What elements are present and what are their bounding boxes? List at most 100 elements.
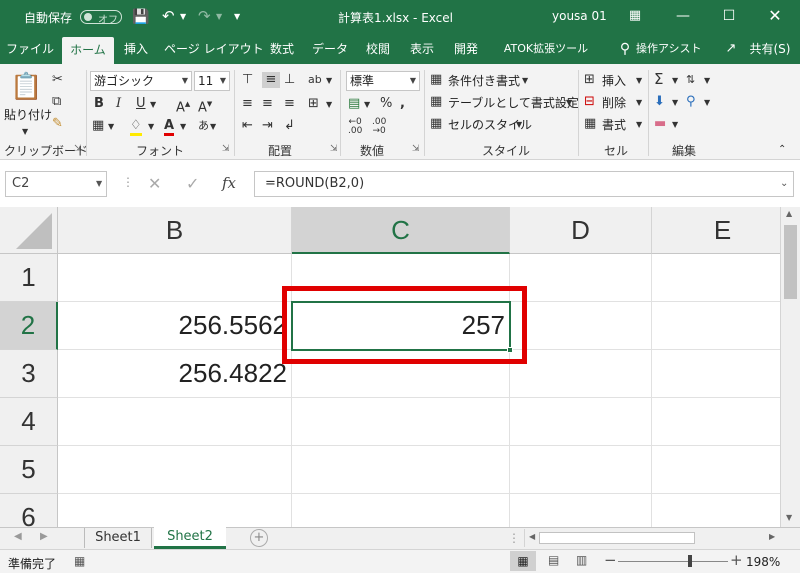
cell-styles-dropdown-icon[interactable]: ▼ bbox=[516, 117, 522, 133]
cell-e2[interactable] bbox=[652, 302, 780, 350]
number-format-combo[interactable]: 標準 ▼ bbox=[346, 71, 420, 91]
tab-atok[interactable]: ATOK拡張ツール bbox=[492, 34, 600, 64]
zoom-level[interactable]: 198% bbox=[746, 555, 780, 569]
clipboard-launcher-icon[interactable]: ⇲ bbox=[74, 144, 82, 154]
autosave-toggle[interactable]: オフ bbox=[76, 9, 122, 26]
page-layout-view-icon[interactable]: ▤ bbox=[548, 553, 559, 567]
align-top-icon[interactable]: ⊤ bbox=[242, 72, 253, 88]
scroll-up-icon[interactable]: ▲ bbox=[786, 209, 792, 218]
decrease-decimal-icon[interactable]: .00 →0 bbox=[372, 118, 386, 136]
scroll-left-icon[interactable]: ◀ bbox=[529, 532, 535, 541]
autosum-icon[interactable]: Σ bbox=[654, 71, 663, 87]
underline-icon[interactable]: U bbox=[136, 96, 146, 112]
align-left-icon[interactable]: ≡ bbox=[242, 96, 253, 112]
phonetic-icon[interactable]: あ bbox=[198, 118, 209, 134]
cut-icon[interactable]: ✂ bbox=[52, 72, 63, 88]
cell-styles-icon[interactable]: ▦ bbox=[430, 116, 442, 132]
collapse-ribbon-icon[interactable]: ⌃ bbox=[778, 142, 786, 158]
cell-d4[interactable] bbox=[510, 398, 652, 446]
row-header-4[interactable]: 4 bbox=[0, 398, 58, 446]
cell-d5[interactable] bbox=[510, 446, 652, 494]
tab-page-layout[interactable]: ページ レイアウト bbox=[164, 34, 264, 64]
formula-input[interactable]: =ROUND(B2,0) bbox=[254, 171, 794, 197]
redo-icon[interactable]: ↷ bbox=[198, 7, 211, 25]
sort-filter-icon[interactable]: ⇅ bbox=[686, 72, 695, 88]
user-name[interactable]: yousa 01 bbox=[552, 9, 607, 23]
name-box-dropdown-icon[interactable]: ▼ bbox=[96, 179, 102, 188]
fill-color-dropdown-icon[interactable]: ▼ bbox=[148, 119, 154, 135]
increase-indent-icon[interactable]: ⇥ bbox=[262, 118, 273, 134]
paste-icon[interactable]: 📋 bbox=[10, 70, 42, 104]
fill-icon[interactable]: ⬇ bbox=[654, 94, 665, 110]
cell-d1[interactable] bbox=[510, 254, 652, 302]
delete-dropdown-icon[interactable]: ▼ bbox=[636, 95, 642, 111]
bold-icon[interactable]: B bbox=[94, 96, 104, 112]
column-header-c[interactable]: C bbox=[292, 207, 510, 254]
phonetic-dropdown-icon[interactable]: ▼ bbox=[210, 119, 216, 135]
cell-b2[interactable]: 256.5562 bbox=[58, 302, 292, 350]
share-button[interactable]: 共有(S) bbox=[742, 34, 798, 64]
clear-dropdown-icon[interactable]: ▼ bbox=[672, 117, 678, 133]
vertical-scrollbar[interactable]: ▲ ▼ bbox=[780, 207, 800, 527]
font-color-icon[interactable]: A bbox=[164, 118, 175, 136]
currency-dropdown-icon[interactable]: ▼ bbox=[364, 97, 370, 113]
tab-developer[interactable]: 開発 bbox=[448, 34, 484, 64]
cell-b5[interactable] bbox=[58, 446, 292, 494]
format-cells-icon[interactable]: ▦ bbox=[584, 116, 596, 132]
scroll-right-icon[interactable]: ▶ bbox=[769, 532, 775, 541]
wrap-text-icon[interactable]: ↲ bbox=[284, 118, 295, 134]
insert-cells-icon[interactable]: ⊞ bbox=[584, 72, 595, 88]
macro-record-icon[interactable]: ▦ bbox=[74, 554, 85, 568]
find-select-dropdown-icon[interactable]: ▼ bbox=[704, 95, 710, 111]
row-header-5[interactable]: 5 bbox=[0, 446, 58, 494]
cell-d2[interactable] bbox=[510, 302, 652, 350]
italic-icon[interactable]: I bbox=[116, 96, 121, 112]
cell-d6[interactable] bbox=[510, 494, 652, 527]
tab-view[interactable]: 表示 bbox=[404, 34, 440, 64]
align-center-icon[interactable]: ≡ bbox=[262, 96, 273, 112]
maximize-icon[interactable]: ☐ bbox=[718, 6, 740, 26]
cell-b4[interactable] bbox=[58, 398, 292, 446]
share-icon[interactable]: ↗ bbox=[722, 34, 740, 64]
font-name-combo[interactable]: 游ゴシック ▼ bbox=[90, 71, 192, 91]
align-right-icon[interactable]: ≡ bbox=[284, 96, 295, 112]
insert-function-icon[interactable]: fx bbox=[222, 174, 236, 192]
format-painter-icon[interactable]: ✎ bbox=[52, 116, 63, 132]
row-header-3[interactable]: 3 bbox=[0, 350, 58, 398]
zoom-out-icon[interactable]: − bbox=[604, 551, 617, 569]
comma-icon[interactable]: , bbox=[400, 96, 405, 112]
cell-c6[interactable] bbox=[292, 494, 510, 527]
orientation-dropdown-icon[interactable]: ▼ bbox=[326, 73, 332, 89]
insert-dropdown-icon[interactable]: ▼ bbox=[636, 73, 642, 89]
conditional-format-button[interactable]: 条件付き書式 bbox=[448, 72, 520, 89]
select-all-button[interactable] bbox=[0, 207, 58, 254]
autosum-dropdown-icon[interactable]: ▼ bbox=[672, 73, 678, 89]
copy-icon[interactable]: ⧉ bbox=[52, 94, 61, 110]
horizontal-scroll-thumb[interactable] bbox=[539, 532, 695, 544]
tab-home[interactable]: ホーム bbox=[62, 37, 114, 64]
column-header-d[interactable]: D bbox=[510, 207, 652, 254]
customize-qat-icon[interactable]: ▼ bbox=[234, 12, 240, 21]
zoom-in-icon[interactable]: + bbox=[730, 551, 743, 569]
insert-cells-button[interactable]: 挿入 bbox=[602, 72, 626, 89]
delete-cells-icon[interactable]: ⊟ bbox=[584, 94, 595, 110]
align-bottom-icon[interactable]: ⊥ bbox=[284, 72, 295, 88]
alignment-launcher-icon[interactable]: ⇲ bbox=[330, 144, 338, 154]
undo-icon[interactable]: ↶ bbox=[162, 7, 175, 25]
close-icon[interactable]: ✕ bbox=[764, 6, 786, 26]
undo-dropdown-icon[interactable]: ▼ bbox=[180, 12, 186, 21]
minimize-icon[interactable]: — bbox=[672, 6, 694, 26]
paste-dropdown-icon[interactable]: ▼ bbox=[22, 124, 28, 140]
fill-dropdown-icon[interactable]: ▼ bbox=[672, 95, 678, 111]
save-icon[interactable]: 💾 bbox=[132, 9, 149, 25]
cell-c4[interactable] bbox=[292, 398, 510, 446]
cell-e5[interactable] bbox=[652, 446, 780, 494]
tell-me-box[interactable]: 操作アシスト bbox=[636, 34, 702, 64]
increase-font-icon[interactable]: A▲ bbox=[176, 96, 190, 116]
sheet-tab-sheet2[interactable]: Sheet2 bbox=[154, 527, 226, 549]
increase-decimal-icon[interactable]: ←0.00 bbox=[348, 118, 362, 136]
conditional-format-icon[interactable]: ▦ bbox=[430, 72, 442, 88]
name-box[interactable]: C2 bbox=[5, 171, 107, 197]
align-middle-icon[interactable]: ≡ bbox=[262, 72, 280, 88]
merge-center-icon[interactable]: ⊞ bbox=[308, 96, 319, 112]
